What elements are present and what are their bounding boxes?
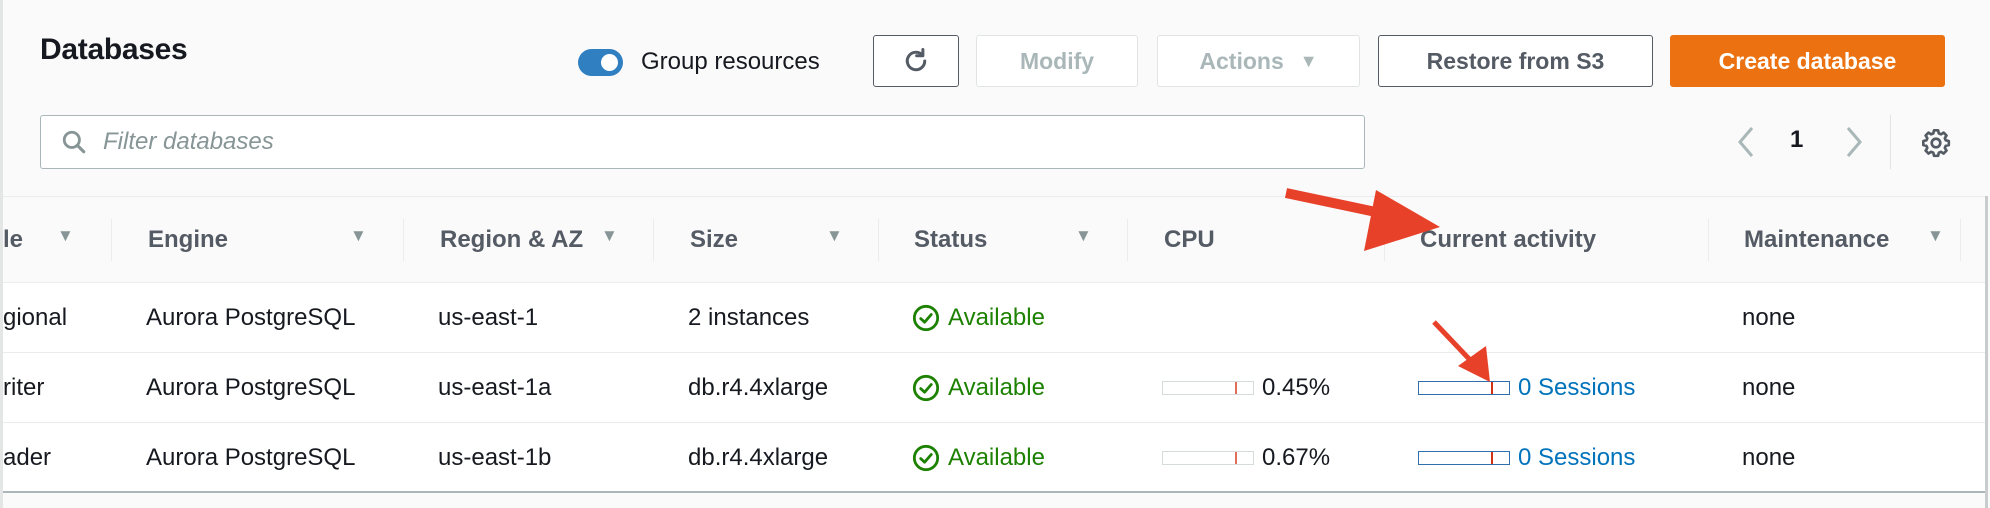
filter-databases-input[interactable] — [103, 128, 1303, 156]
actions-dropdown-button[interactable]: Actions ▼ — [1157, 35, 1360, 87]
cell-current-activity: 0 Sessions — [1418, 423, 1635, 493]
cell-role[interactable]: ader — [3, 423, 51, 493]
column-header-region[interactable]: Region & AZ ▼ — [440, 197, 655, 283]
column-separator — [1960, 219, 1961, 261]
cell-maintenance: none — [1742, 374, 1796, 401]
create-database-button[interactable]: Create database — [1670, 35, 1945, 87]
filter-databases-field[interactable] — [40, 115, 1365, 169]
cpu-meter — [1162, 381, 1254, 395]
cell-status: Available — [912, 353, 1045, 423]
group-resources-toggle[interactable] — [578, 49, 623, 76]
status-text: Available — [948, 304, 1045, 331]
cpu-value: 0.45% — [1262, 374, 1331, 401]
modify-label: Modify — [1019, 47, 1095, 74]
cpu-value: 0.67% — [1262, 444, 1331, 471]
restore-label: Restore from S3 — [1426, 47, 1605, 74]
previous-page-icon[interactable] — [1732, 122, 1762, 162]
table-header: le ▼ Engine ▼ Region & AZ ▼ Size ▼ Statu… — [3, 196, 1985, 283]
cell-status: Available — [912, 283, 1045, 353]
cpu-meter-marker — [1235, 382, 1237, 394]
cell-maintenance: none — [1742, 304, 1796, 331]
cell-maintenance: none — [1742, 444, 1796, 471]
refresh-icon — [905, 48, 927, 72]
toggle-knob — [601, 54, 618, 71]
create-label: Create database — [1718, 47, 1897, 74]
annotation-arrow-icon — [1284, 188, 1440, 251]
modify-button[interactable]: Modify — [976, 35, 1138, 87]
sort-caret-icon[interactable]: ▼ — [1075, 226, 1092, 246]
sort-caret-icon[interactable]: ▼ — [350, 226, 367, 246]
gear-icon[interactable] — [1920, 127, 1952, 159]
column-separator — [653, 219, 654, 261]
cell-role[interactable]: gional — [3, 283, 67, 353]
column-header-size[interactable]: Size ▼ — [690, 197, 880, 283]
column-header-maintenance[interactable]: Maintenance ▼ — [1744, 197, 1959, 283]
cell-size: 2 instances — [688, 304, 810, 331]
status-text: Available — [948, 444, 1045, 471]
next-page-icon[interactable] — [1838, 122, 1868, 162]
current-page-number[interactable]: 1 — [1790, 126, 1803, 154]
cell-engine: Aurora PostgreSQL — [146, 304, 356, 331]
cell-cpu: 0.45% — [1162, 353, 1330, 423]
actions-label: Actions — [1199, 47, 1284, 74]
sort-caret-icon[interactable]: ▼ — [601, 226, 618, 246]
column-header-engine[interactable]: Engine ▼ — [148, 197, 403, 283]
sort-caret-icon[interactable]: ▼ — [826, 226, 843, 246]
column-separator — [878, 219, 879, 261]
cell-engine: Aurora PostgreSQL — [146, 374, 356, 401]
page-title: Databases — [40, 33, 188, 66]
group-resources-label: Group resources — [641, 48, 820, 75]
refresh-button[interactable] — [873, 35, 959, 87]
sessions-link[interactable]: 0 Sessions — [1518, 444, 1635, 472]
column-header-role[interactable]: le ▼ — [3, 197, 111, 283]
status-available-icon — [912, 304, 940, 332]
column-separator — [403, 219, 404, 261]
cell-role[interactable]: riter — [3, 353, 44, 423]
cell-size: db.r4.4xlarge — [688, 374, 829, 401]
right-panel-border — [1985, 196, 1988, 508]
sort-caret-icon[interactable]: ▼ — [1927, 226, 1944, 246]
annotation-arrow-icon — [1432, 320, 1490, 382]
caret-down-icon: ▼ — [1299, 50, 1318, 71]
restore-from-s3-button[interactable]: Restore from S3 — [1378, 35, 1653, 87]
table-row[interactable]: riter Aurora PostgreSQL us-east-1a db.r4… — [3, 353, 1985, 423]
column-separator — [1708, 219, 1709, 261]
status-available-icon — [912, 374, 940, 402]
column-separator — [111, 219, 112, 261]
column-separator — [1127, 219, 1128, 261]
cpu-meter — [1162, 451, 1254, 465]
activity-meter-marker — [1491, 452, 1493, 464]
activity-meter — [1418, 451, 1510, 465]
sessions-link[interactable]: 0 Sessions — [1518, 374, 1635, 402]
table-row[interactable]: gional Aurora PostgreSQL us-east-1 2 ins… — [3, 283, 1985, 353]
cell-engine: Aurora PostgreSQL — [146, 444, 356, 471]
cell-region: us-east-1b — [438, 444, 552, 471]
cell-size: db.r4.4xlarge — [688, 444, 829, 471]
status-text: Available — [948, 374, 1045, 401]
cell-status: Available — [912, 423, 1045, 493]
column-header-current-activity: Current activity — [1420, 226, 1597, 253]
table-row[interactable]: ader Aurora PostgreSQL us-east-1b db.r4.… — [3, 423, 1985, 493]
cell-cpu: 0.67% — [1162, 423, 1330, 493]
column-header-status[interactable]: Status ▼ — [914, 197, 1129, 283]
cell-region: us-east-1 — [438, 304, 539, 331]
sort-caret-icon[interactable]: ▼ — [57, 226, 74, 246]
cell-region: us-east-1a — [438, 374, 552, 401]
search-icon — [62, 130, 86, 154]
cpu-meter-marker — [1235, 452, 1237, 464]
pagination-divider — [1890, 115, 1891, 169]
status-available-icon — [912, 444, 940, 472]
